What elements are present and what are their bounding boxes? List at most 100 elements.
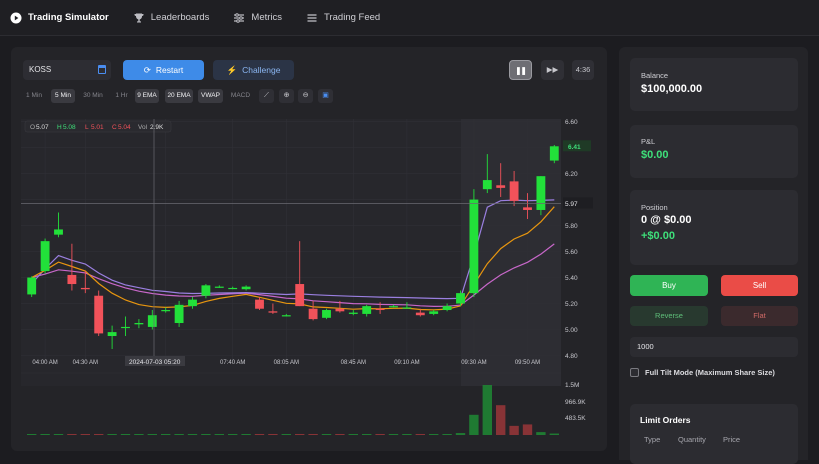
limit-col-quantity: Quantity <box>678 435 706 444</box>
quantity-input[interactable]: 1000 <box>630 337 798 357</box>
ticker-input[interactable]: KOSS <box>23 60 111 80</box>
x-tick-label: 09:30 AM <box>461 360 486 366</box>
volume-bar <box>228 434 238 435</box>
timeframe-5min[interactable]: 5 Min <box>51 89 75 103</box>
candle-body <box>161 310 171 312</box>
candle-body <box>348 312 358 314</box>
x-tick-label: 08:45 AM <box>341 360 366 366</box>
candle-body <box>549 146 559 161</box>
indicator-20ema[interactable]: 20 EMA <box>165 89 193 103</box>
nav-label: Metrics <box>251 12 283 23</box>
volume-bar <box>522 424 533 435</box>
restart-button[interactable]: ⟳ Restart <box>123 60 204 80</box>
ohlc-volume: 2.9K <box>150 124 164 131</box>
volume-bar <box>321 434 332 435</box>
nav-metrics[interactable]: Metrics <box>233 12 282 24</box>
candle-body <box>40 241 50 272</box>
volume-bar <box>281 434 291 435</box>
volume-bar <box>161 434 171 435</box>
nav-trading-simulator[interactable]: Trading Simulator <box>10 12 109 24</box>
pause-icon: ❚❚ <box>515 66 527 75</box>
indicator-macd[interactable]: MACD <box>228 89 253 103</box>
volume-bar <box>201 434 211 435</box>
limit-orders-card: Limit Orders Type Quantity Price <box>630 404 798 464</box>
nav-leaderboards[interactable]: Leaderboards <box>133 12 209 24</box>
volume-bar <box>496 405 506 435</box>
nav-trading-feed[interactable]: Trading Feed <box>306 12 380 24</box>
volume-tick-label: 1.5M <box>565 382 579 389</box>
indicator-9ema[interactable]: 9 EMA <box>135 89 159 103</box>
y-tick-label: 5.00 <box>565 327 578 334</box>
ohlc-o-label: O <box>30 124 35 131</box>
volume-bar <box>67 434 77 435</box>
candle-body <box>442 306 452 311</box>
timeframe-1min[interactable]: 1 Min <box>23 89 45 103</box>
challenge-button[interactable]: ⚡ Challenge <box>213 60 294 80</box>
indicator-vwap[interactable]: VWAP <box>198 89 223 103</box>
candle-body <box>241 286 251 290</box>
ohlc-open: 5.07 <box>36 124 49 131</box>
nav-label: Trading Feed <box>324 12 381 23</box>
y-tick-label: 6.20 <box>565 171 578 178</box>
flat-button[interactable]: Flat <box>721 306 798 326</box>
limit-col-type: Type <box>644 435 661 444</box>
volume-bar <box>254 434 265 435</box>
full-tilt-toggle[interactable]: Full Tilt Mode (Maximum Share Size) <box>630 368 775 377</box>
volume-bar <box>53 434 64 435</box>
play-circle-icon <box>10 12 22 24</box>
candle-body <box>469 199 479 294</box>
volume-bar <box>429 434 439 435</box>
lightning-icon: ⚡ <box>226 65 238 75</box>
volume-bar <box>241 434 251 435</box>
last-price-label: 6.41 <box>568 144 581 151</box>
timeframe-30min[interactable]: 30 Min <box>80 89 106 103</box>
candle-body <box>415 312 425 316</box>
volume-bar <box>335 434 345 435</box>
volume-bar <box>80 434 90 435</box>
candle-body <box>80 287 90 290</box>
ohlc-h-label: H <box>57 124 62 131</box>
position-card: Position 0 @ $0.00 +$0.00 <box>630 190 798 265</box>
zoom-out-button[interactable]: ⊖ <box>298 89 313 103</box>
candle-body <box>107 332 117 337</box>
zoom-out-icon: ⊖ <box>302 92 309 99</box>
pause-button[interactable]: ❚❚ <box>509 60 532 80</box>
fast-forward-button[interactable]: ▶▶ <box>541 60 564 80</box>
sell-button[interactable]: Sell <box>721 275 798 296</box>
zoom-in-button[interactable]: ⊕ <box>279 89 294 103</box>
screenshot-button[interactable]: ▣ <box>318 89 333 103</box>
list-icon <box>306 12 318 24</box>
volume-bar <box>549 433 559 435</box>
buy-button[interactable]: Buy <box>630 275 708 296</box>
volume-bar <box>536 432 546 435</box>
ohlc-vol-label: Vol <box>138 124 148 131</box>
candle-body <box>496 185 506 188</box>
volume-bar <box>40 434 50 435</box>
candle-body <box>228 287 238 290</box>
line-tool-icon: ⟋ <box>264 92 269 99</box>
volume-bar <box>469 414 479 435</box>
candle-body <box>255 299 264 309</box>
balance-value: $100,000.00 <box>641 83 703 95</box>
ohlc-c-label: C <box>112 124 117 131</box>
calendar-icon[interactable] <box>98 65 106 74</box>
full-tilt-checkbox[interactable] <box>630 368 639 377</box>
candle-body <box>402 307 412 309</box>
limit-col-price: Price <box>723 435 741 444</box>
pnl-card: P&L $0.00 <box>630 125 798 178</box>
volume-bar <box>375 434 385 435</box>
timeframe-1hr[interactable]: 1 Hr <box>112 89 131 103</box>
position-pnl: +$0.00 <box>641 230 675 242</box>
reverse-button[interactable]: Reverse <box>630 306 708 326</box>
candle-body <box>268 311 278 313</box>
x-tick-label: 07:40 AM <box>220 360 245 366</box>
volume-bar <box>402 434 412 435</box>
ohlc-high: 5.08 <box>63 124 76 131</box>
volume-bar <box>308 434 318 435</box>
candlestick-chart[interactable]: 04:00 AM04:30 AM07:10 AM07:40 AM08:05 AM… <box>11 117 607 452</box>
draw-line-button[interactable]: ⟋ <box>259 89 274 103</box>
volume-bar <box>295 434 305 435</box>
account-sidebar: Balance $100,000.00 P&L $0.00 Position 0… <box>619 47 808 464</box>
candle-body <box>27 277 37 295</box>
candle-body <box>94 295 104 334</box>
